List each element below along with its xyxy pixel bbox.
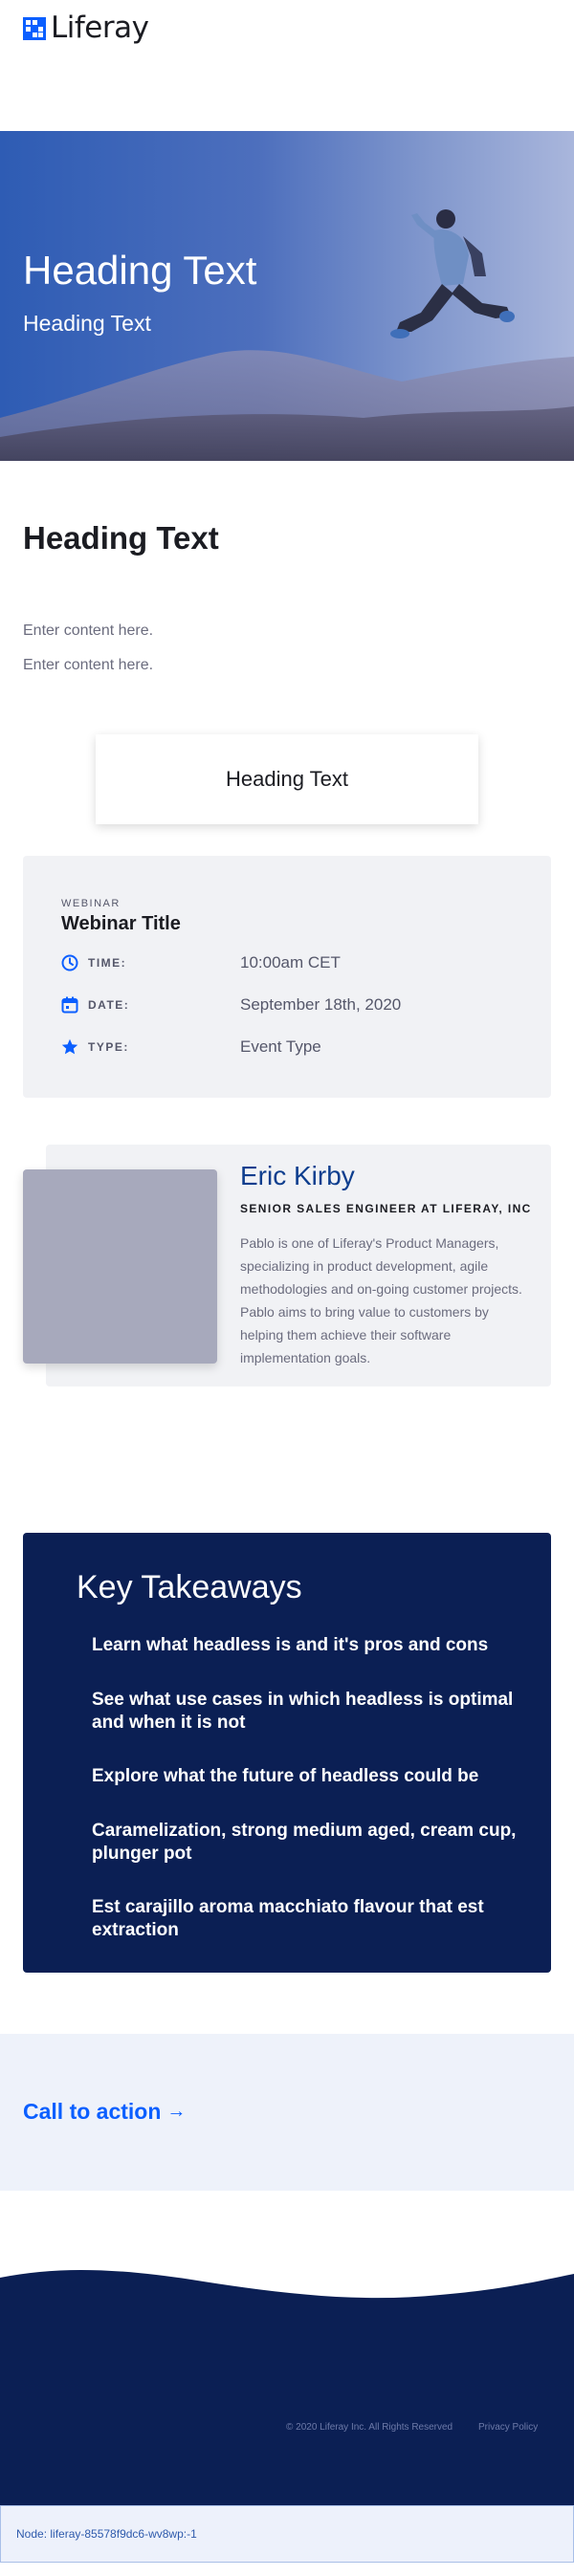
takeaway-item: Explore what the future of headless coul… [92, 1766, 479, 1786]
heading-card: Heading Text [96, 734, 478, 824]
calendar-icon [61, 996, 78, 1014]
jumping-person-figure [390, 209, 515, 338]
speaker-name: Eric Kirby [240, 1161, 355, 1190]
type-value: Event Type [240, 1037, 321, 1056]
content-line-1: Enter content here. [23, 622, 154, 639]
call-to-action-label: Call to action [23, 2099, 162, 2124]
clock-icon [61, 954, 78, 971]
webinar-kicker: WEBINAR [61, 898, 121, 909]
takeaway-item: Est carajillo aroma macchiato flavour th… [92, 1897, 484, 1940]
time-label: TIME: [88, 956, 127, 970]
webinar-type-row: TYPE: Event Type [61, 1037, 520, 1059]
speaker-bio: Pablo is one of Liferay's Product Manage… [240, 1235, 522, 1365]
section-heading: Heading Text [23, 520, 219, 556]
key-takeaways-panel: Key Takeaways Learn what headless is and… [23, 1533, 551, 1973]
takeaway-item: See what use cases in which headless is … [92, 1690, 514, 1733]
liferay-logo[interactable]: Liferay [23, 11, 149, 45]
webinar-info-card: WEBINAR Webinar Title TIME: 10:00am CET … [23, 856, 551, 1098]
node-info-text: Node: liferay-85578f9dc6-wv8wp:-1 [16, 2527, 197, 2541]
arrow-right-icon: → [166, 2101, 187, 2122]
hero-banner: Heading Text Heading Text [0, 131, 574, 461]
key-takeaways-title: Key Takeaways [77, 1569, 302, 1605]
speaker-photo-placeholder [23, 1169, 217, 1364]
webinar-date-row: DATE: September 18th, 2020 [61, 994, 520, 1017]
date-value: September 18th, 2020 [240, 995, 402, 1014]
mountain-landscape-image [0, 209, 574, 461]
call-to-action-section: Call to action → [0, 2034, 574, 2191]
node-info-bar: Node: liferay-85578f9dc6-wv8wp:-1 [0, 2505, 574, 2563]
site-header: Liferay [0, 0, 574, 57]
webinar-title: Webinar Title [61, 913, 181, 934]
speaker-role: SENIOR SALES ENGINEER AT LIFERAY, INC [240, 1202, 532, 1215]
privacy-policy-link[interactable]: Privacy Policy [478, 2422, 538, 2433]
webinar-time-row: TIME: 10:00am CET [61, 952, 520, 975]
star-icon [61, 1038, 78, 1055]
hero-title: Heading Text [23, 248, 257, 293]
type-label: TYPE: [88, 1040, 129, 1054]
call-to-action-link[interactable]: Call to action → [23, 2099, 186, 2125]
footer-copyright: © 2020 Liferay Inc. All Rights Reserved [286, 2422, 453, 2433]
hero-subtitle: Heading Text [23, 311, 151, 336]
logo-text: Liferay [51, 11, 149, 45]
takeaway-item: Caramelization, strong medium aged, crea… [92, 1821, 517, 1864]
site-footer [0, 2257, 574, 2505]
footer-wave-background [0, 2269, 574, 2505]
content-line-2: Enter content here. [23, 657, 154, 673]
heading-card-text: Heading Text [225, 767, 348, 791]
time-value: 10:00am CET [240, 953, 341, 971]
date-label: DATE: [88, 998, 130, 1012]
liferay-logo-icon [23, 16, 46, 40]
takeaway-item: Learn what headless is and it's pros and… [92, 1635, 489, 1655]
